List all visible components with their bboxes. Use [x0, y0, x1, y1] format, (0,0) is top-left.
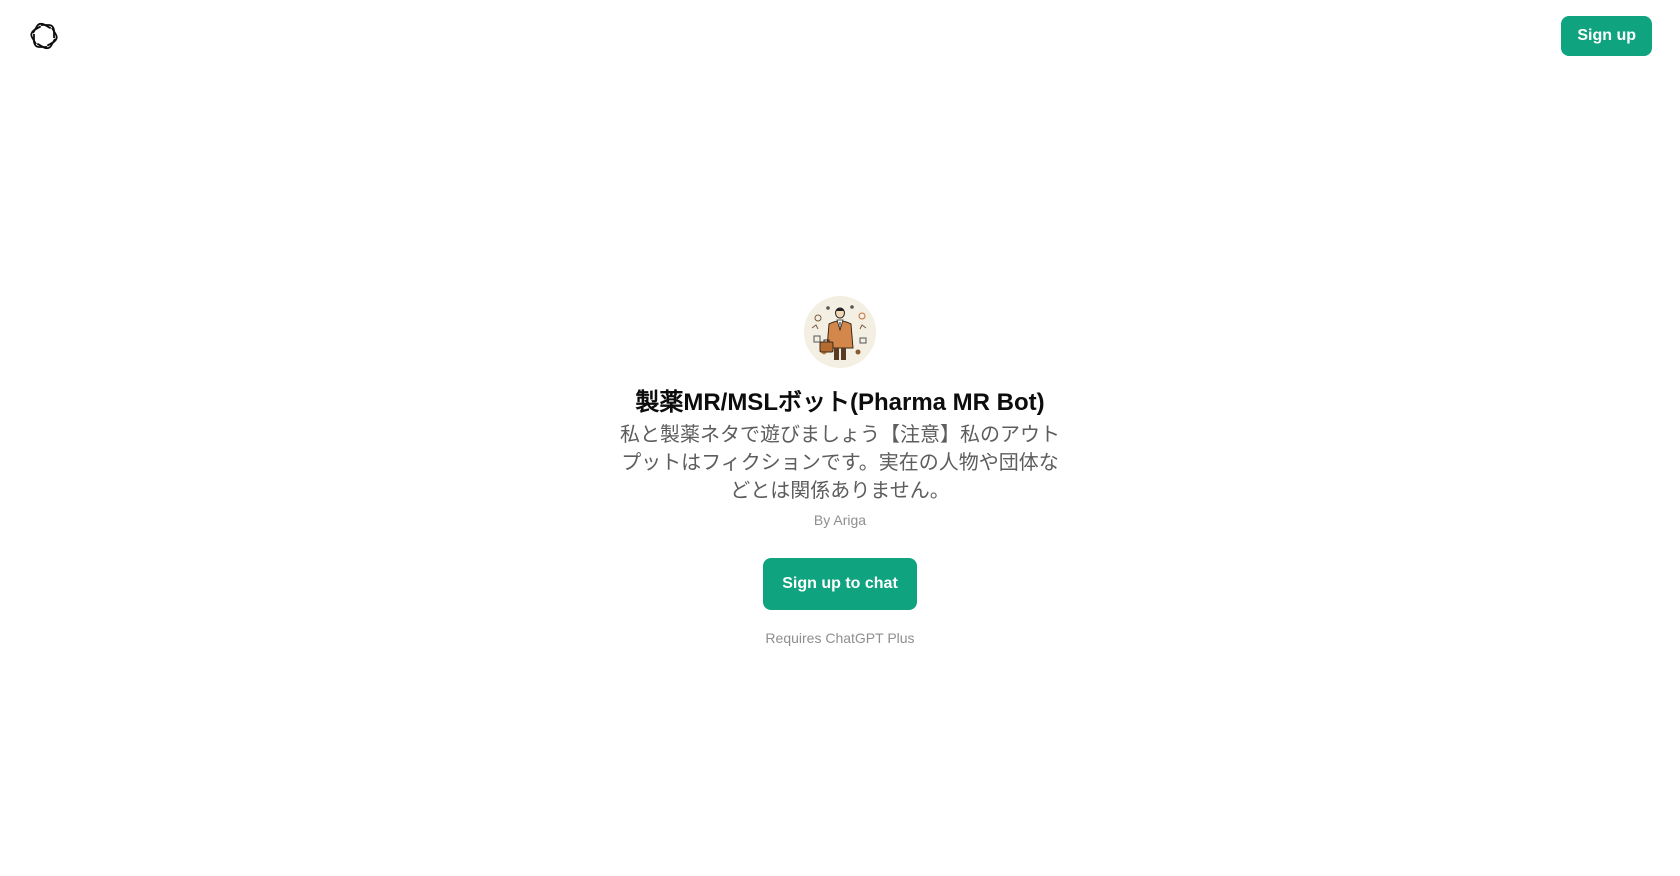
gpt-title: 製薬MR/MSLボット(Pharma MR Bot) [635, 389, 1045, 416]
signup-to-chat-button[interactable]: Sign up to chat [763, 558, 917, 610]
gpt-author: By Ariga [813, 512, 867, 528]
openai-logo-icon[interactable] [28, 20, 60, 52]
requires-plus-note: Requires ChatGPT Plus [765, 630, 915, 646]
pharma-mr-avatar-image [804, 296, 876, 368]
signup-button[interactable]: Sign up [1561, 16, 1652, 56]
gpt-profile: 製薬MR/MSLボット(Pharma MR Bot) 私と製薬ネタで遊びましょう… [0, 296, 1680, 648]
gpt-description: 私と製薬ネタで遊びましょう【注意】私のアウトプットはフィクションです。実在の人物… [620, 422, 1060, 502]
gpt-avatar [804, 296, 876, 368]
top-bar: Sign up [0, 0, 1680, 72]
